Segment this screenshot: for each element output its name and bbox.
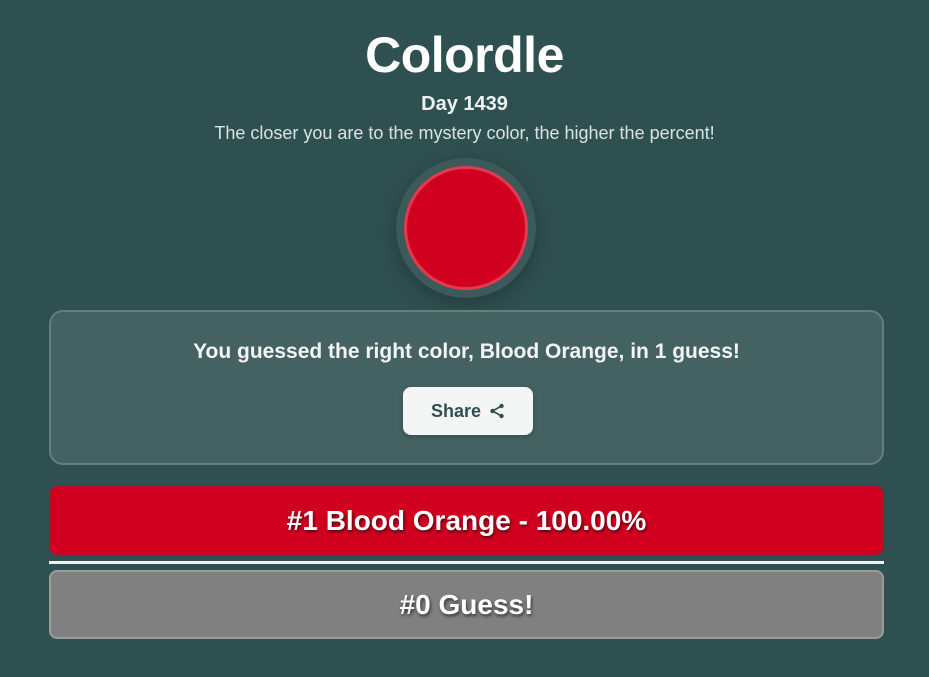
divider (49, 561, 884, 564)
day-number: Day 1439 (421, 93, 508, 115)
guess-row: #1 Blood Orange - 100.00% (49, 486, 884, 555)
result-message: You guessed the right color, Blood Orang… (193, 340, 740, 363)
share-icon (489, 403, 505, 419)
guess-row-label: #1 Blood Orange - 100.00% (286, 504, 647, 536)
share-button-label: Share (430, 400, 482, 421)
instructions-text: The closer you are to the mystery color,… (214, 123, 715, 143)
share-button[interactable]: Share (403, 387, 533, 435)
mystery-color-swatch (404, 166, 528, 290)
guess-input-row[interactable]: #0 Guess! (49, 570, 884, 639)
page-title: Colordle (365, 27, 564, 83)
result-panel: You guessed the right color, Blood Orang… (49, 310, 884, 465)
game-page: Colordle Day 1439 The closer you are to … (0, 0, 929, 677)
guess-input-label: #0 Guess! (399, 588, 534, 620)
